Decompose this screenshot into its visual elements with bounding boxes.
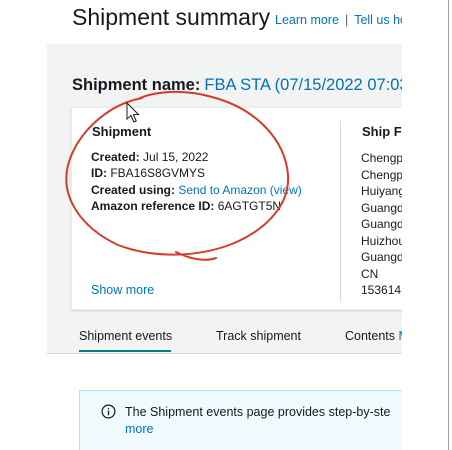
- tab-track-shipment[interactable]: Track shipment: [216, 329, 301, 343]
- info-alert-line: The Shipment events page provides step-b…: [125, 405, 391, 419]
- tab-contents-label: Contents: [345, 329, 396, 343]
- created-using-row: Created using: Send to Amazon (view): [91, 183, 302, 197]
- ship-from-line: Guangd: [361, 217, 402, 231]
- shipment-name-label: Shipment name:: [72, 76, 201, 94]
- ship-from-line: Chengp: [361, 167, 402, 182]
- tab-shipment-events[interactable]: Shipment events: [79, 329, 172, 343]
- created-label: Created:: [91, 150, 140, 164]
- show-more-link[interactable]: Show more: [91, 283, 154, 297]
- learn-more-link[interactable]: Learn more: [275, 13, 339, 27]
- ship-from-line: CN: [361, 266, 379, 281]
- info-icon: [101, 404, 116, 419]
- ship-from-line: 153614: [361, 283, 402, 297]
- header-links: Learn more | Tell us ho: [275, 13, 407, 27]
- tell-us-link[interactable]: Tell us ho: [354, 13, 407, 27]
- learn-more-link[interactable]: more: [125, 421, 402, 438]
- view-link[interactable]: (view): [270, 183, 302, 197]
- tab-contents[interactable]: Contents M: [345, 329, 409, 343]
- active-tab-indicator: [79, 350, 171, 352]
- id-value: FBA16S8GVMYS: [110, 166, 206, 180]
- shipment-heading: Shipment: [92, 124, 152, 139]
- ship-from-line: Guangd: [361, 200, 402, 215]
- ship-from-heading: Ship Fr: [362, 124, 407, 139]
- ship-from-line: Huiyang: [361, 184, 402, 198]
- ship-from-address: Chengp Chengp Huiyang Guangd Guangd Huiz…: [361, 150, 402, 299]
- shipment-name: Shipment name: FBA STA (07/15/2022 07:03: [72, 76, 409, 95]
- tab-strip: Shipment events Track shipment Contents …: [0, 326, 409, 354]
- page-title: Shipment summary: [72, 4, 271, 30]
- id-label: ID:: [91, 166, 107, 180]
- created-value: Jul 15, 2022: [143, 150, 209, 164]
- ship-from-line: Chengp: [361, 151, 402, 165]
- window-edge-border: [448, 0, 449, 450]
- ship-from-line: Huizhou: [361, 233, 402, 248]
- send-to-amazon-link[interactable]: Send to Amazon: [178, 183, 266, 197]
- amazon-reference-value: 6AGTGT5N: [217, 199, 282, 213]
- window-edge: [402, 0, 452, 450]
- screenshot-viewport: Shipment summary Learn more | Tell us ho S…: [0, 0, 452, 450]
- header-separator: |: [344, 13, 349, 27]
- amazon-reference-label: Amazon reference ID:: [91, 199, 215, 213]
- shipment-name-value[interactable]: FBA STA (07/15/2022 07:03: [204, 76, 408, 94]
- amazon-reference-row: Amazon reference ID: 6AGTGT5N: [91, 199, 281, 213]
- info-alert-text: The Shipment events page provides step-b…: [125, 404, 402, 438]
- created-row: Created: Jul 15, 2022: [91, 150, 208, 164]
- column-divider: [340, 121, 341, 301]
- ship-from-line: Guangd: [361, 250, 402, 264]
- created-using-label: Created using:: [91, 183, 176, 197]
- id-row: ID: FBA16S8GVMYS: [91, 166, 205, 180]
